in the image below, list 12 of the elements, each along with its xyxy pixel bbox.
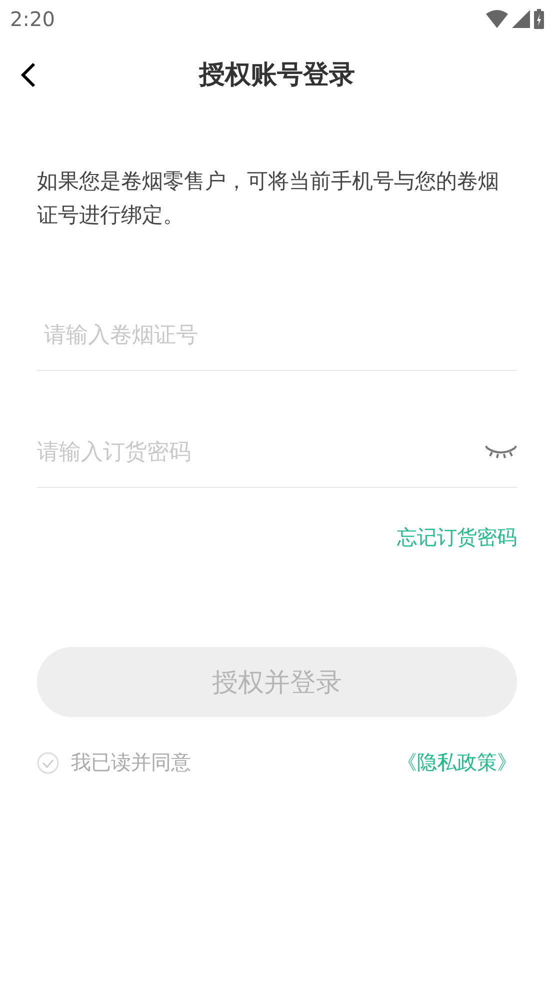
back-icon[interactable] xyxy=(18,62,38,88)
clock-time: 2:20 xyxy=(10,7,55,31)
wifi-icon xyxy=(486,10,508,28)
forgot-password-link[interactable]: 忘记订货密码 xyxy=(397,524,517,551)
signal-icon xyxy=(512,10,530,28)
page-title: 授权账号登录 xyxy=(199,58,355,92)
privacy-policy-link[interactable]: 《隐私政策》 xyxy=(397,749,517,776)
agree-label: 我已读并同意 xyxy=(71,749,192,776)
intro-text: 如果您是卷烟零售户，可将当前手机号与您的卷烟证号进行绑定。 xyxy=(37,168,500,229)
battery-icon xyxy=(534,9,544,29)
eye-closed-icon[interactable] xyxy=(485,445,517,459)
agree-checkbox[interactable] xyxy=(37,752,59,774)
